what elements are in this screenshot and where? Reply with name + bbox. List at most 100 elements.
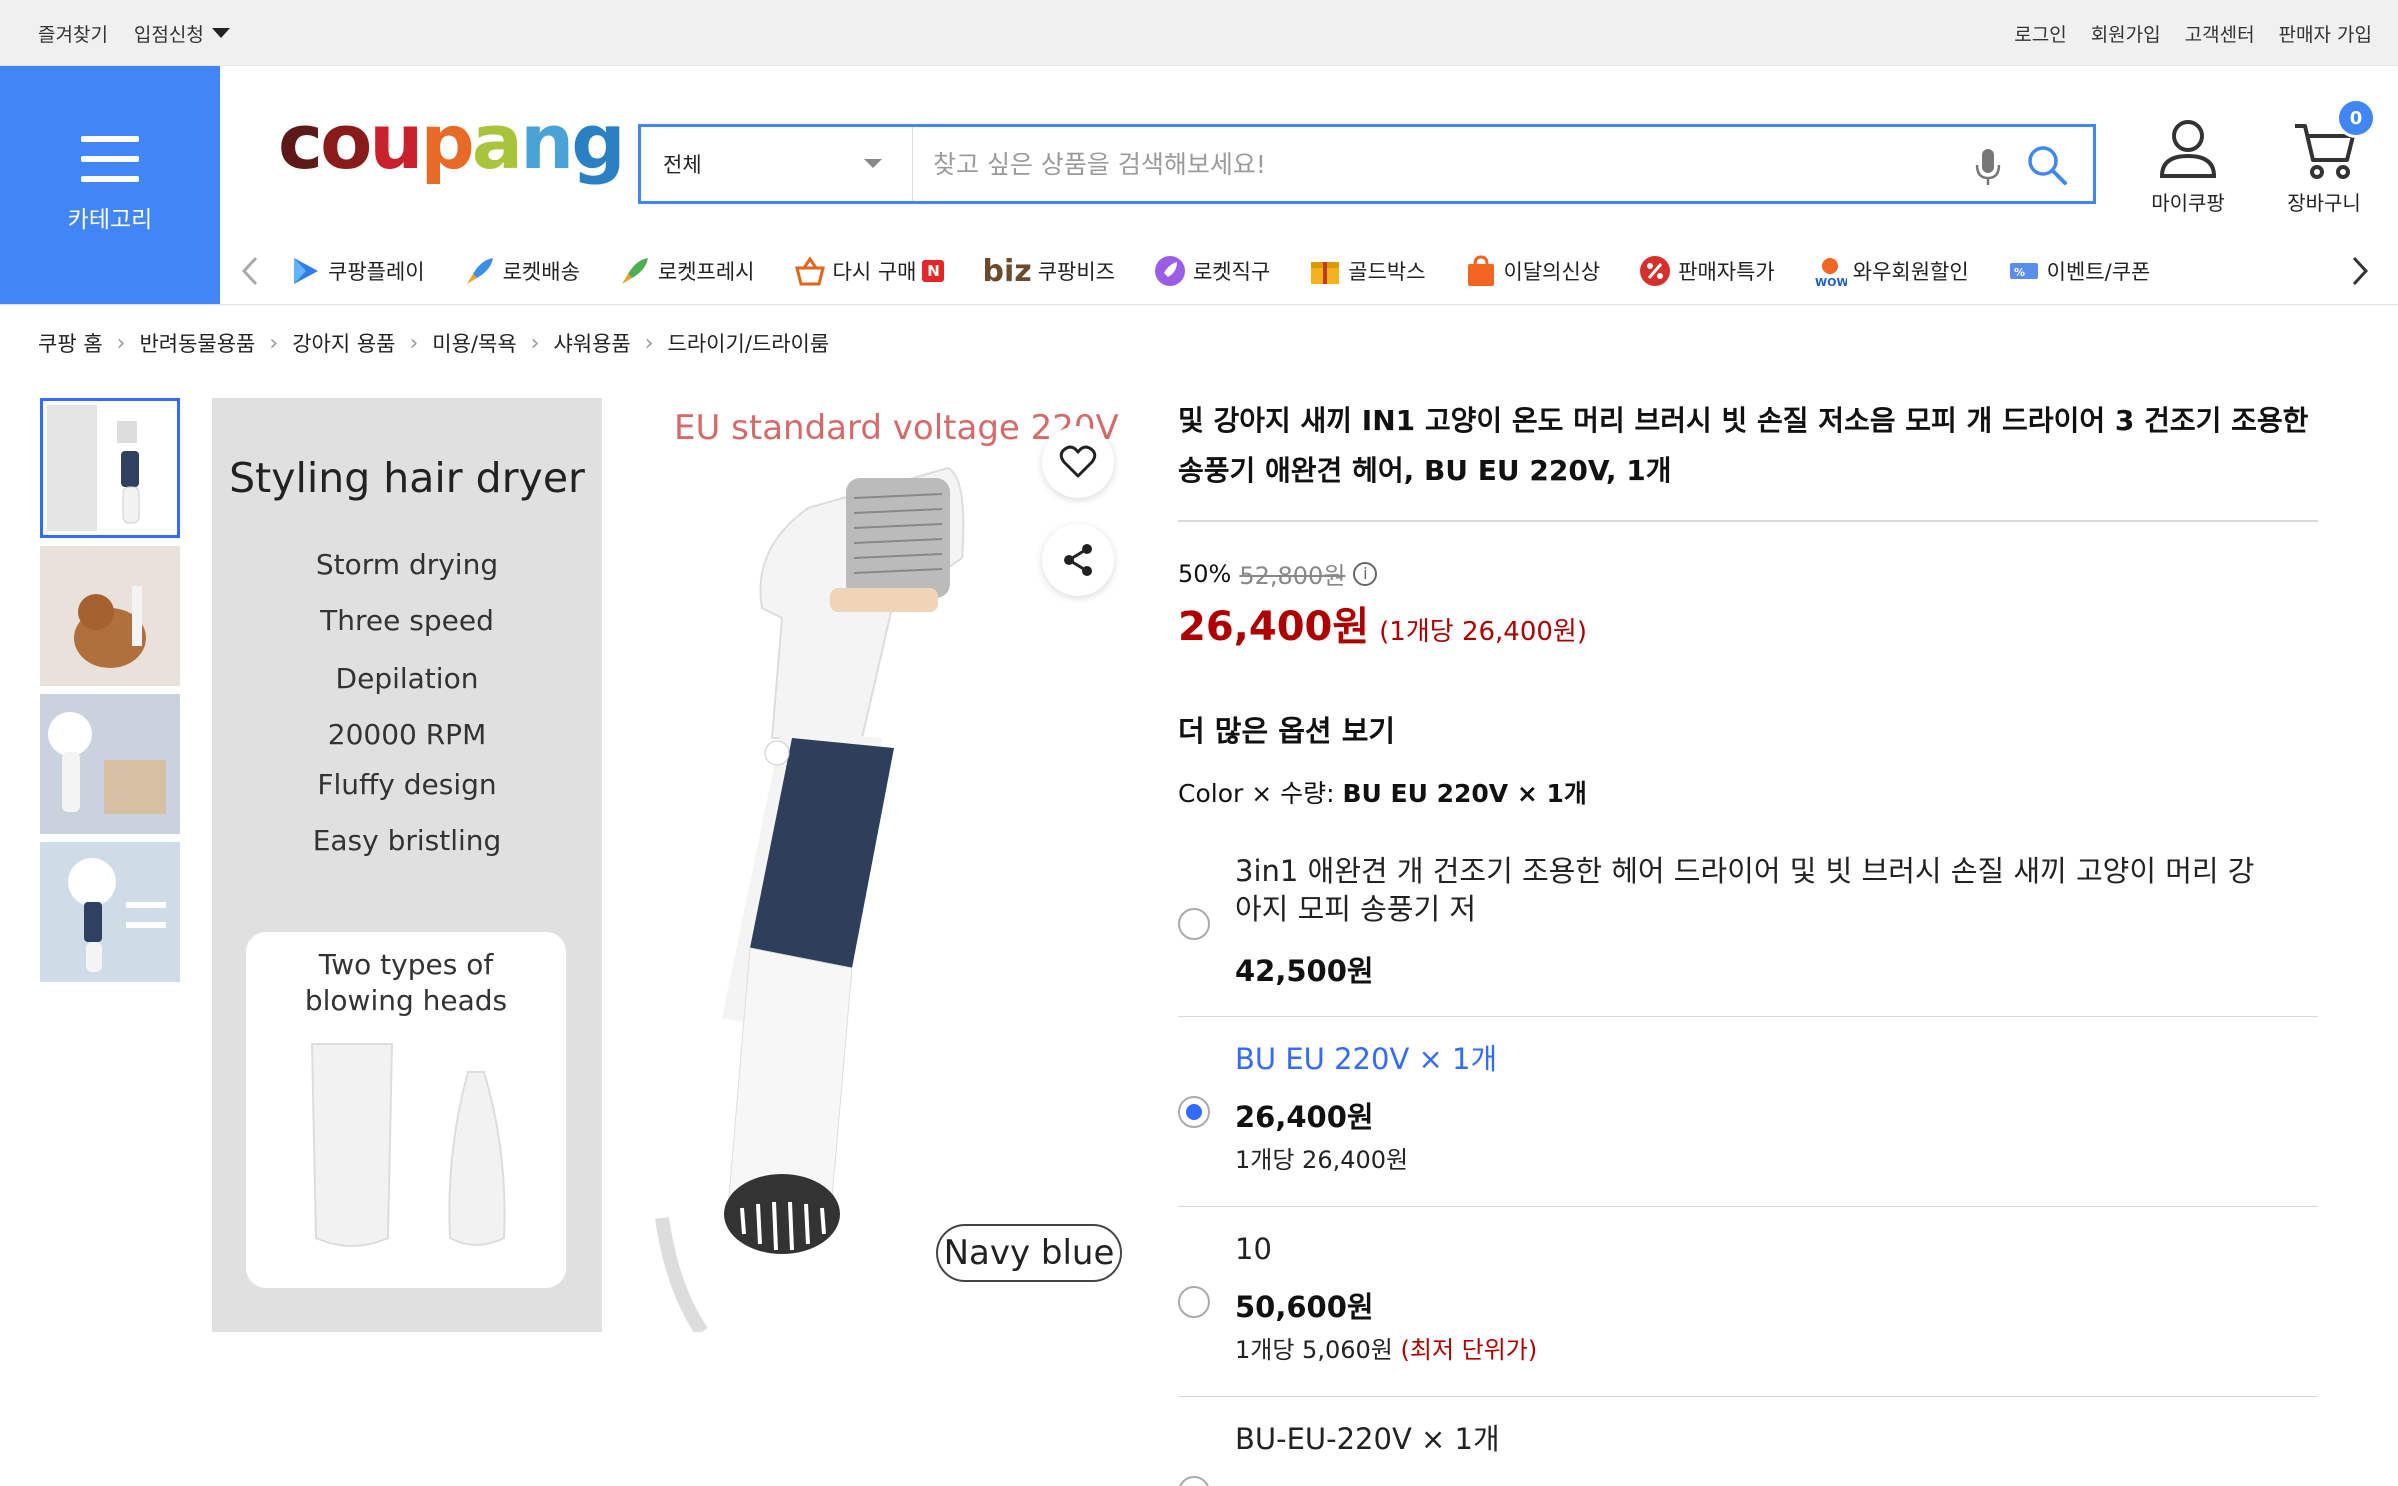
option-item-selected[interactable]: BU EU 220V × 1개 26,400원 1개당 26,400원: [1178, 1040, 2318, 1230]
thumbnail-1[interactable]: [40, 398, 180, 538]
thumbnail-image: [47, 405, 140, 531]
panel-title: Styling hair dryer: [229, 454, 585, 502]
option-price: 26,400원: [1235, 1100, 1374, 1134]
option-price: 42,500원: [1235, 954, 1374, 988]
title-divider: [1178, 520, 2318, 522]
blowing-heads-illustration: [310, 1043, 506, 1247]
option-radio[interactable]: [1178, 1286, 1210, 1318]
feature-text: Easy bristling: [312, 824, 502, 857]
cart-button[interactable]: 장바구니 0: [2270, 98, 2378, 216]
breadcrumb-item[interactable]: 드라이기/드라이룸: [668, 328, 830, 358]
chevron-right-icon: ›: [409, 330, 419, 356]
my-coupang-button[interactable]: 마이쿠팡: [2134, 118, 2242, 216]
seller-apply-label: 입점신청: [133, 23, 204, 46]
nav-item-wow-discount[interactable]: WOW 와우회원할인: [1813, 254, 1969, 288]
share-button[interactable]: [1042, 524, 1114, 596]
nav-divider: [0, 304, 2398, 305]
wishlist-button[interactable]: [1042, 426, 1114, 498]
nav-item-label: 이벤트/쿠폰: [2046, 260, 2151, 284]
info-icon[interactable]: i: [1353, 561, 1378, 586]
option-name: 3in1 애완견 개 건조기 조용한 헤어 드라이어 및 빗 브러시 손질 새끼…: [1235, 854, 2255, 926]
nav-item-label: 판매자특가: [1678, 260, 1775, 284]
nav-item-label: 로켓배송: [502, 260, 580, 284]
seller-apply-dropdown[interactable]: 입점신청: [134, 20, 230, 47]
breadcrumb-item[interactable]: 강아지 용품: [292, 328, 395, 358]
breadcrumb-item[interactable]: 미용/목욕: [432, 328, 516, 358]
option-item[interactable]: 3in1 애완견 개 건조기 조용한 헤어 드라이어 및 빗 브러시 손질 새끼…: [1178, 852, 2318, 1018]
customer-center-link[interactable]: 고객센터: [2185, 20, 2255, 47]
category-button[interactable]: 카테고리: [0, 66, 220, 304]
option-radio[interactable]: [1178, 1476, 1210, 1486]
coupang-logo[interactable]: coupang: [278, 104, 626, 180]
option-unit-price: 1개당 26,400원: [1235, 1146, 1409, 1174]
feature-text: Fluffy design: [317, 768, 497, 801]
chevron-right-icon: ›: [116, 330, 126, 356]
more-options-heading: 더 많은 옵션 보기: [1178, 714, 1396, 748]
option-item[interactable]: BU-EU-220V × 1개: [1178, 1420, 2318, 1486]
search-scope-select[interactable]: 전체: [641, 127, 913, 201]
discount-rate: 50%: [1178, 559, 1232, 588]
signup-link[interactable]: 회원가입: [2091, 20, 2161, 47]
cart-label: 장바구니: [2287, 191, 2361, 215]
new-badge: N: [922, 260, 945, 282]
nav-item-goldbox[interactable]: 골드박스: [1308, 254, 1426, 288]
option-summary-label: Color × 수량:: [1178, 779, 1343, 808]
thumbnail-3[interactable]: [40, 694, 180, 834]
bookmark-link[interactable]: 즐겨찾기: [38, 20, 108, 47]
feature-text: Storm drying: [315, 548, 499, 581]
option-divider: [1178, 1016, 2318, 1017]
nav-item-event-coupon[interactable]: % 이벤트/쿠폰: [2007, 254, 2151, 288]
breadcrumb-item[interactable]: 샤워용품: [553, 328, 630, 358]
seller-join-link[interactable]: 판매자 가입: [2279, 20, 2372, 47]
nav-item-coupang-play[interactable]: 쿠팡플레이: [288, 254, 425, 288]
option-summary: Color × 수량: BU EU 220V × 1개: [1178, 774, 1587, 810]
seller-deal-icon: [1640, 256, 1671, 286]
nav-item-rebuy[interactable]: 다시 구매 N: [793, 254, 945, 288]
thumbnail-image: [40, 546, 180, 686]
thumbnail-2[interactable]: [40, 546, 180, 686]
nav-item-coupang-biz[interactable]: biz 쿠팡비즈: [982, 254, 1115, 289]
box-title-line: blowing heads: [304, 984, 508, 1017]
nav-item-label: 이달의신상: [1503, 260, 1601, 284]
svg-text:%: %: [2014, 266, 2025, 279]
heart-icon: [1059, 445, 1097, 478]
goldbox-icon: [1311, 262, 1340, 284]
option-radio-selected[interactable]: [1178, 1096, 1210, 1128]
breadcrumb-item[interactable]: 반려동물용품: [139, 328, 255, 358]
price-row: 26,400원 (1개당 26,400원): [1178, 594, 1587, 652]
search-icon[interactable]: [2025, 143, 2069, 187]
nav-item-label: 쿠팡비즈: [1037, 260, 1115, 284]
pet-dryer-illustration: [655, 466, 965, 1332]
rebuy-basket-icon: [794, 256, 825, 286]
breadcrumb: 쿠팡 홈 › 반려동물용품 › 강아지 용품 › 미용/목욕 › 샤워용품 › …: [38, 328, 829, 358]
chevron-right-icon: ›: [530, 330, 540, 356]
option-item[interactable]: 10 50,600원 1개당 5,060원 (최저 단위가): [1178, 1230, 2318, 1420]
option-radio[interactable]: [1178, 908, 1210, 940]
user-icon: [2159, 120, 2217, 178]
category-label: 카테고리: [67, 207, 153, 233]
nav-item-rocket-fresh[interactable]: 로켓프레시: [618, 254, 755, 288]
lowest-unit-price-tag: (최저 단위가): [1400, 1336, 1538, 1364]
nav-item-new-arrivals[interactable]: 이달의신상: [1464, 254, 1601, 288]
nav-item-rocket-delivery[interactable]: 로켓배송: [463, 254, 580, 288]
product-title: 및 강아지 새끼 IN1 고양이 온도 머리 브러시 빗 손질 저소음 모피 개…: [1178, 404, 2309, 487]
nav-item-rocket-global[interactable]: 로켓직구: [1153, 254, 1270, 288]
sale-price: 26,400원: [1178, 604, 1370, 650]
chevron-right-icon: ›: [644, 330, 654, 356]
nav-item-label: 골드박스: [1348, 260, 1426, 284]
option-name: BU-EU-220V × 1개: [1235, 1422, 1500, 1456]
login-link[interactable]: 로그인: [2014, 20, 2066, 47]
microphone-icon[interactable]: [1971, 147, 2005, 187]
search-input[interactable]: [913, 127, 1913, 201]
chevron-right-icon[interactable]: [2342, 254, 2376, 288]
option-unit-price-row: 1개당 5,060원 (최저 단위가): [1235, 1330, 1537, 1365]
chevron-right-icon: ›: [269, 330, 279, 356]
nav-item-label: 다시 구매: [832, 260, 917, 284]
chevron-left-icon[interactable]: [234, 254, 268, 288]
breadcrumb-item[interactable]: 쿠팡 홈: [38, 328, 103, 358]
nav-item-seller-deal[interactable]: 판매자특가: [1638, 254, 1775, 288]
svg-text:WOW: WOW: [1815, 276, 1847, 288]
original-price: 52,800원: [1239, 562, 1346, 590]
hamburger-menu-icon: [81, 136, 139, 182]
thumbnail-4[interactable]: [40, 842, 180, 982]
